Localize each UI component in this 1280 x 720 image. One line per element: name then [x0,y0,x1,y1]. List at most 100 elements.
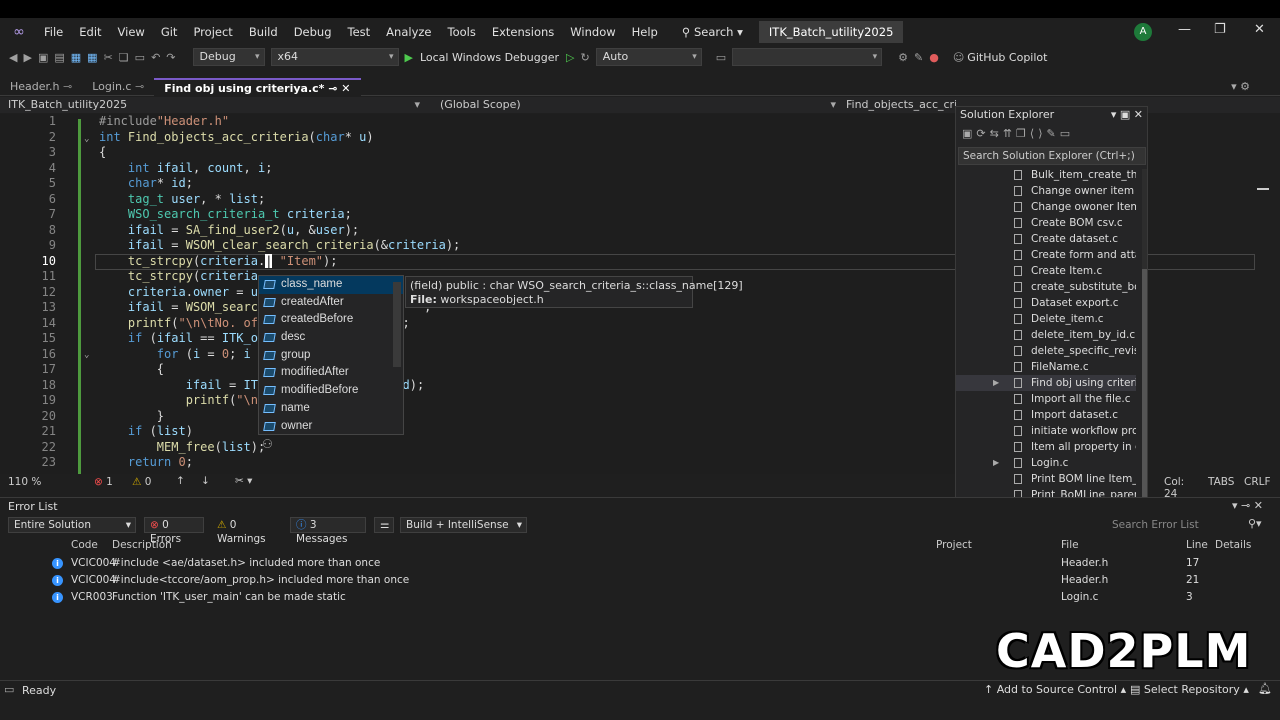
solution-file-item[interactable]: Import all the file.c [956,391,1136,407]
expand-icon[interactable]: ▶ [993,455,999,471]
fold-icon[interactable]: ⌄ [84,350,89,360]
avatar[interactable]: A [1134,23,1152,41]
tools-icon[interactable]: ⚙ [895,51,911,64]
solution-file-item[interactable]: Create form and attach t [956,247,1136,263]
menu-debug[interactable]: Debug [286,25,340,39]
solution-file-item[interactable]: FileName.c [956,359,1136,375]
solution-file-item[interactable]: Create dataset.c [956,231,1136,247]
solution-file-item[interactable]: create_substitute_bom_l [956,279,1136,295]
configuration-dropdown[interactable]: Debug [192,48,265,66]
menu-test[interactable]: Test [340,25,379,39]
solution-file-item[interactable]: Create BOM csv.c [956,215,1136,231]
solution-file-item[interactable]: Change owner item & r [956,183,1136,199]
wrench-icon[interactable]: ✎ [911,51,926,64]
solution-file-item[interactable]: ▶ Find obj using criteriya.c [956,375,1136,391]
menu-file[interactable]: File [36,25,71,39]
undo-icon[interactable]: ↶ [148,51,163,64]
member-nav-dropdown[interactable]: Find_objects_acc_criteria(char* u) [846,98,956,111]
indent-mode[interactable]: TABS [1208,476,1234,488]
restore-icon[interactable]: ❐ [1214,22,1226,37]
tab-header-h[interactable]: Header.h ⊸ [0,78,82,96]
solution-file-item[interactable]: Dataset export.c [956,295,1136,311]
autocomplete-item[interactable]: desc [259,329,403,347]
autocomplete-item[interactable]: group [259,347,403,365]
start-debug-icon[interactable]: ▶ [402,51,416,64]
solution-scrollbar[interactable] [1142,169,1147,509]
project-nav-dropdown[interactable]: ITK_Batch_utility2025 ▾ [8,98,420,111]
solution-file-item[interactable]: Import dataset.c [956,407,1136,423]
autocomplete-item[interactable]: createdAfter [259,294,403,312]
cleanup-icon[interactable]: ✂ ▾ [235,475,252,487]
error-search-input[interactable]: Search Error List [1112,519,1199,531]
new-project-icon[interactable]: ▣ [35,51,51,64]
autocomplete-item[interactable]: modifiedAfter [259,364,403,382]
solution-file-item[interactable]: Bulk_item_create_throug [956,167,1136,183]
save-icon[interactable]: ▦ [68,51,84,64]
menu-build[interactable]: Build [241,25,286,39]
expand-icon[interactable]: ▶ [993,375,999,391]
start-without-debug-icon[interactable]: ▷ [563,51,577,64]
menu-git[interactable]: Git [153,25,186,39]
menu-help[interactable]: Help [624,25,666,39]
scope-dropdown[interactable]: Entire Solution ▾ [8,517,136,533]
nav-back-icon[interactable]: ◀ [6,51,20,64]
col-header-project[interactable]: Project [936,539,972,551]
solution-file-item[interactable]: Create Item.c [956,263,1136,279]
search-button[interactable]: ⚲ Search ▾ [672,25,753,39]
warning-count[interactable]: ⚠ 0 [132,476,151,488]
error-count[interactable]: ⊗ 1 [94,476,113,488]
col-header-description[interactable]: Description [112,539,172,551]
autocomplete-item[interactable]: owner [259,418,403,436]
open-icon[interactable]: ▤ [51,51,67,64]
fold-icon[interactable]: ⌄ [84,134,89,144]
autocomplete-item[interactable]: class_name [259,276,403,294]
nav-down-icon[interactable]: ↓ [201,475,210,487]
completion-filter-icon[interactable]: ⚇ [262,437,273,451]
record-icon[interactable]: ● [926,51,942,64]
select-repository-button[interactable]: ▤ Select Repository ▴ [1130,683,1249,696]
filter-icon[interactable]: ⚌ [374,517,394,533]
col-header-line[interactable]: Line [1186,539,1208,551]
cut-icon[interactable]: ✂ [101,51,116,64]
build-filter-dropdown[interactable]: Build + IntelliSense ▾ [400,517,527,533]
notifications-icon[interactable]: 🔔︎ [1258,682,1272,695]
solution-search-input[interactable]: Search Solution Explorer (Ctrl+;) [958,147,1146,165]
autocomplete-scrollbar[interactable] [393,282,401,367]
close-icon[interactable]: ✕ [1254,22,1265,37]
debugger-button[interactable]: Local Windows Debugger [416,51,563,64]
menu-project[interactable]: Project [185,25,240,39]
menu-view[interactable]: View [110,25,153,39]
messages-filter-button[interactable]: ⓘ 3 Messages [290,517,366,545]
tab-overflow-icon[interactable]: ▾ ⚙ [1231,80,1250,93]
autocomplete-item[interactable]: name [259,400,403,418]
solution-explorer-toolbar[interactable]: ▣⟳⇆⇈❐⟨⟩✎▭ [962,127,1074,140]
paste-icon[interactable]: ▭ [132,51,148,64]
autocomplete-item[interactable]: createdBefore [259,311,403,329]
zoom-level[interactable]: 110 % [8,476,41,488]
platform-dropdown[interactable]: x64 [270,48,399,66]
autocomplete-item[interactable]: modifiedBefore [259,382,403,400]
save-all-icon[interactable]: ▦ [84,51,100,64]
tab-close-icon[interactable]: ⊸ ✕ [328,82,350,95]
nav-forward-icon[interactable]: ▶ [20,51,34,64]
solution-file-item[interactable]: Print BOM line Item_id.c [956,471,1136,487]
col-header-details[interactable]: Details [1215,539,1251,551]
menu-tools[interactable]: Tools [440,25,484,39]
line-ending[interactable]: CRLF [1244,476,1271,488]
solution-file-item[interactable]: Change owoner ItemRev [956,199,1136,215]
solution-file-item[interactable]: delete_specific_revision. [956,343,1136,359]
refresh-icon[interactable]: ↻ [578,51,593,64]
folder-icon[interactable]: ▭ [713,51,729,64]
errors-filter-button[interactable]: ⊗ 0 Errors [144,517,204,545]
tab-login-c[interactable]: Login.c ⊸ [82,78,154,96]
solution-file-item[interactable]: Item all property in csv f [956,439,1136,455]
pane-controls-icon[interactable]: ▾ ⊸ ✕ [1232,499,1263,512]
auto-dropdown[interactable]: Auto [595,48,702,66]
solution-file-item[interactable]: ▶ Login.c [956,455,1136,471]
source-control-button[interactable]: ↑ Add to Source Control ▴ [984,683,1126,696]
copy-icon[interactable]: ❏ [116,51,132,64]
empty-dropdown[interactable] [732,48,883,66]
warnings-filter-button[interactable]: ⚠ 0 Warnings [211,517,285,545]
solution-file-item[interactable]: delete_item_by_id.c [956,327,1136,343]
search-icon[interactable]: ⚲▾ [1248,517,1262,530]
